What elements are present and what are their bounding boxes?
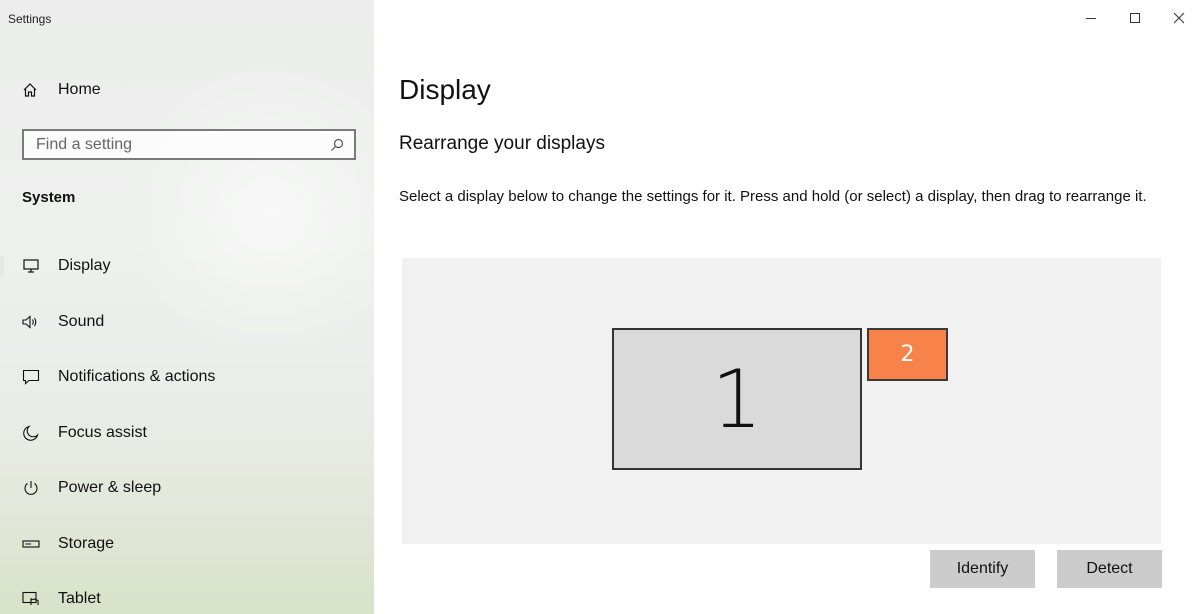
display-icon (22, 257, 40, 275)
sidebar-item-storage[interactable]: Storage (22, 532, 114, 556)
sidebar-item-label: Focus assist (58, 424, 147, 441)
maximize-button[interactable] (1113, 0, 1157, 36)
search-box[interactable] (22, 129, 356, 160)
detect-button[interactable]: Detect (1057, 550, 1162, 588)
display-arrangement-canvas[interactable]: 1 2 (402, 258, 1161, 544)
section-heading: Rearrange your displays (399, 133, 605, 154)
close-button[interactable] (1157, 0, 1201, 36)
sidebar-item-label: Display (58, 257, 111, 274)
sidebar: Settings Home System Display Sound Notif… (0, 0, 374, 614)
app-title: Settings (8, 12, 52, 26)
sidebar-item-label: Notifications & actions (58, 368, 216, 385)
active-indicator (0, 256, 4, 278)
power-icon (22, 479, 40, 497)
description-text: Select a display below to change the set… (399, 188, 1147, 205)
minimize-icon (1086, 18, 1096, 19)
main-content: Display Rearrange your displays Select a… (374, 0, 1201, 614)
storage-icon (22, 535, 40, 553)
page-title: Display (399, 74, 491, 105)
close-icon (1173, 12, 1185, 24)
sidebar-item-sound[interactable]: Sound (22, 310, 104, 334)
sidebar-item-label: Tablet (58, 590, 101, 607)
display-1-tile[interactable]: 1 (612, 328, 862, 470)
notifications-icon (22, 368, 40, 386)
section-title: System (22, 189, 76, 206)
sidebar-item-label: Storage (58, 535, 115, 552)
home-link[interactable]: Home (22, 78, 101, 102)
display-2-tile[interactable]: 2 (867, 328, 948, 381)
home-label: Home (58, 81, 101, 98)
search-icon[interactable] (330, 138, 344, 152)
speaker-icon (22, 313, 40, 331)
search-input[interactable] (24, 134, 330, 155)
home-icon (23, 83, 37, 97)
tablet-icon (22, 590, 40, 608)
sidebar-item-tablet[interactable]: Tablet (22, 587, 101, 611)
sidebar-item-notifications[interactable]: Notifications & actions (22, 365, 215, 389)
sidebar-item-display[interactable]: Display (22, 254, 110, 278)
identify-button[interactable]: Identify (930, 550, 1035, 588)
maximize-icon (1130, 13, 1140, 23)
window-controls (1069, 0, 1201, 36)
sidebar-item-focus-assist[interactable]: Focus assist (22, 421, 147, 445)
sidebar-item-label: Sound (58, 313, 105, 330)
sidebar-item-power-sleep[interactable]: Power & sleep (22, 476, 161, 500)
sidebar-item-label: Power & sleep (58, 479, 162, 496)
minimize-button[interactable] (1069, 0, 1113, 36)
moon-icon (22, 424, 40, 442)
